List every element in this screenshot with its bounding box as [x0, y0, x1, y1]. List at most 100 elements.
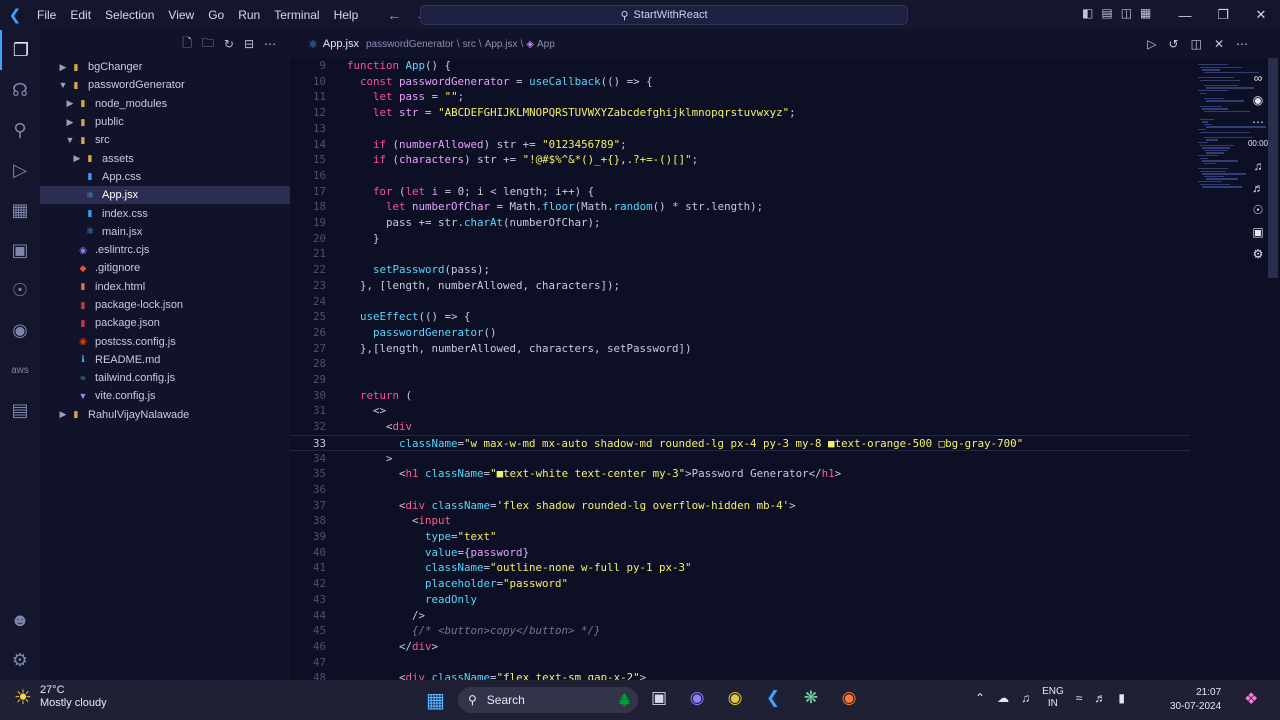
tree-file[interactable]: ▼ vite.config.js [40, 387, 290, 405]
tree-file[interactable]: ◉ .eslintrc.cjs [40, 241, 290, 259]
code-line[interactable]: 11 let pass = ""; [290, 89, 1190, 105]
code-line[interactable]: 13 [290, 121, 1190, 137]
tree-folder[interactable]: ▶ ▮ public [40, 113, 290, 131]
code-line[interactable]: 16 [290, 168, 1190, 184]
split-editor-icon[interactable]: ◫ [1191, 37, 1202, 51]
code-line[interactable]: 35 <h1 className="■text-white text-cente… [290, 466, 1190, 482]
tree-file[interactable]: ▮ package.json [40, 314, 290, 332]
run-icon[interactable]: ▷ [1147, 37, 1156, 51]
back-arrow-icon[interactable]: ← [387, 7, 401, 23]
more-icon[interactable]: ⋯ [1252, 114, 1264, 130]
toggle-secondary-sidebar-icon[interactable]: ◫ [1121, 6, 1132, 20]
task-view-icon[interactable]: ▣ [648, 688, 670, 708]
code-line[interactable]: 37 <div className='flex shadow rounded-l… [290, 498, 1190, 514]
vscode-icon[interactable]: ❮ [762, 688, 784, 708]
tree-file[interactable]: ▮ App.css [40, 168, 290, 186]
copilot-icon[interactable]: ❖ [1244, 689, 1258, 709]
more-actions-icon[interactable]: ⋯ [1236, 37, 1248, 51]
tree-file[interactable]: ⚛ main.jsx [40, 223, 290, 241]
explorer-icon[interactable]: ❐ [0, 30, 40, 70]
code-line[interactable]: 32 <div [290, 419, 1190, 435]
code-line[interactable]: 38 <input [290, 513, 1190, 529]
menu-view[interactable]: View [161, 0, 201, 30]
code-line[interactable]: 36 [290, 482, 1190, 498]
code-line[interactable]: 20 } [290, 231, 1190, 247]
code-line[interactable]: 48 <div className="flex text-sm gap-x-2"… [290, 670, 1190, 680]
code-line[interactable]: 30 return ( [290, 388, 1190, 404]
clock[interactable]: 21:07 30-07-2024 [1170, 686, 1221, 714]
collapse-all-icon[interactable]: ⊟ [244, 37, 254, 51]
code-line[interactable]: 47 [290, 655, 1190, 671]
code-line[interactable]: 39 type="text" [290, 529, 1190, 545]
battery-icon[interactable]: ▮ [1118, 691, 1125, 705]
toggle-panel-icon[interactable]: ▤ [1101, 6, 1112, 20]
code-line[interactable]: 23 }, [length, numberAllowed, characters… [290, 278, 1190, 294]
code-line[interactable]: 33 className="w max-w-md mx-auto shadow-… [290, 434, 1190, 451]
tree-file[interactable]: ◆ .gitignore [40, 259, 290, 277]
source-control-icon[interactable]: ☊ [0, 70, 40, 110]
tree-file[interactable]: ▮ package-lock.json [40, 296, 290, 314]
tree-file[interactable]: ℹ README.md [40, 351, 290, 369]
search-icon[interactable]: ⚲ [0, 110, 40, 150]
firefox-icon[interactable]: ◉ [838, 688, 860, 708]
tree-folder[interactable]: ▶ ▮ assets [40, 149, 290, 167]
chevron-up-icon[interactable]: ⌃ [975, 691, 985, 705]
account-icon[interactable]: ☻ [0, 600, 40, 640]
menu-go[interactable]: Go [201, 0, 231, 30]
microphone-icon[interactable]: ♫ [1021, 691, 1030, 705]
code-line[interactable]: 28 [290, 356, 1190, 372]
code-line[interactable]: 25 useEffect(() => { [290, 309, 1190, 325]
timeline-icon[interactable]: ↺ [1169, 37, 1179, 51]
tree-file[interactable]: ⚛ App.jsx [40, 186, 290, 205]
tree-folder[interactable]: ▶ ▮ RahulVijayNalawade [40, 406, 290, 424]
tree-folder[interactable]: ▶ ▮ node_modules [40, 95, 290, 113]
wifi-icon[interactable]: ≈ [1076, 691, 1083, 705]
code-line[interactable]: 45 {/* <button>copy</button> */} [290, 623, 1190, 639]
code-editor[interactable]: 9 function App() {10 const passwordGenera… [290, 58, 1190, 680]
code-line[interactable]: 46 </div> [290, 639, 1190, 655]
speaker-icon[interactable]: ♬ [1252, 180, 1264, 196]
weather-widget[interactable]: ☀ 27°C Mostly cloudy [14, 684, 107, 710]
chatgpt-icon[interactable]: ❋ [800, 688, 822, 708]
code-line[interactable]: 41 className="outline-none w-full py-1 p… [290, 560, 1190, 576]
extensions-icon[interactable]: ▦ [0, 190, 40, 230]
code-line[interactable]: 9 function App() { [290, 58, 1190, 74]
tree-file[interactable]: ≈ tailwind.config.js [40, 369, 290, 387]
command-center[interactable]: ⚲ StartWithReact [420, 5, 908, 25]
code-line[interactable]: 42 placeholder="password" [290, 576, 1190, 592]
breadcrumb-item[interactable]: App [537, 39, 555, 50]
tree-file[interactable]: ◉ postcss.config.js [40, 332, 290, 350]
code-line[interactable]: 24 [290, 294, 1190, 310]
tree-folder[interactable]: ▼ ▮ passwordGenerator [40, 76, 290, 94]
menu-run[interactable]: Run [231, 0, 267, 30]
customize-layout-icon[interactable]: ▦ [1140, 6, 1151, 20]
teams-icon[interactable]: ◉ [686, 688, 708, 708]
close-window-icon[interactable]: ✕ [1242, 0, 1280, 30]
code-line[interactable]: 26 passwordGenerator() [290, 325, 1190, 341]
code-line[interactable]: 34 > [290, 451, 1190, 467]
run-debug-icon[interactable]: ▷ [0, 150, 40, 190]
tree-file[interactable]: ▮ index.css [40, 204, 290, 222]
code-line[interactable]: 21 [290, 246, 1190, 262]
code-line[interactable]: 29 [290, 372, 1190, 388]
remote-explorer-icon[interactable]: ▤ [0, 390, 40, 430]
code-line[interactable]: 10 const passwordGenerator = useCallback… [290, 74, 1190, 90]
camera-icon[interactable]: ◉ [1253, 92, 1263, 108]
menu-file[interactable]: File [30, 0, 63, 30]
menu-terminal[interactable]: Terminal [267, 0, 326, 30]
tree-folder[interactable]: ▼ ▮ src [40, 131, 290, 149]
settings-gear-icon[interactable]: ⚙ [0, 640, 40, 680]
code-line[interactable]: 15 if (characters) str += "!@#$%^&*()_+{… [290, 152, 1190, 168]
minimize-icon[interactable]: — [1166, 0, 1204, 30]
code-line[interactable]: 12 let str = "ABCDEFGHIJKLMNOPQRSTUVWXYZ… [290, 105, 1190, 121]
tree-folder[interactable]: ▶ ▮ bgChanger [40, 58, 290, 76]
microphone-icon[interactable]: ♫ [1254, 158, 1263, 174]
more-actions-icon[interactable]: ⋯ [264, 37, 276, 51]
code-line[interactable]: 31 <> [290, 403, 1190, 419]
menu-help[interactable]: Help [327, 0, 366, 30]
windows-start-icon[interactable]: ▦ [426, 688, 445, 713]
git-graph-icon[interactable]: ☉ [0, 270, 40, 310]
code-line[interactable]: 14 if (numberAllowed) str += "0123456789… [290, 137, 1190, 153]
breadcrumb-item[interactable]: passwordGenerator [366, 39, 454, 50]
toggle-sidebar-icon[interactable]: ◧ [1082, 6, 1093, 20]
